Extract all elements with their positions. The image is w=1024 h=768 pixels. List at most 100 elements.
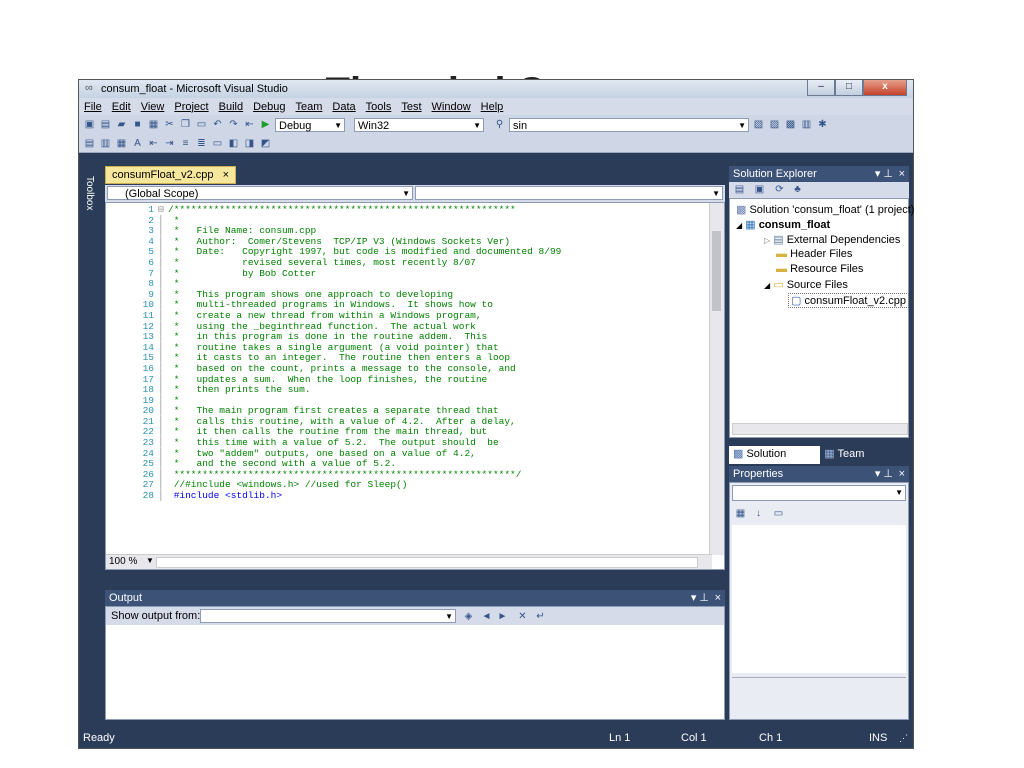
redo-icon[interactable]: ↷ bbox=[227, 118, 240, 131]
outdent-icon[interactable]: ⇤ bbox=[147, 137, 160, 150]
sort-alpha-icon[interactable]: ↓ bbox=[752, 507, 765, 520]
word-wrap-icon[interactable]: ↵ bbox=[534, 610, 547, 623]
solution-node[interactable]: ▩ Solution 'consum_float' (1 project) bbox=[736, 203, 914, 216]
menu-edit[interactable]: Edit bbox=[107, 101, 136, 113]
next-message-icon[interactable]: ► bbox=[496, 610, 509, 623]
tree-resource-files[interactable]: ▬ Resource Files bbox=[776, 263, 863, 275]
close-button[interactable]: x bbox=[863, 80, 907, 96]
clear-bookmarks-icon[interactable]: ◩ bbox=[259, 137, 272, 150]
close-tab-icon[interactable]: × bbox=[223, 169, 229, 181]
code-line[interactable]: 11 │ * create a new thread from within a … bbox=[106, 310, 711, 322]
copy-icon[interactable]: ❐ bbox=[179, 118, 192, 131]
menu-team[interactable]: Team bbox=[291, 101, 328, 113]
add-item-icon[interactable]: ▤ bbox=[99, 118, 112, 131]
tree-header-files[interactable]: ▬ Header Files bbox=[776, 248, 852, 260]
comment-icon[interactable]: ≡ bbox=[179, 137, 192, 150]
scope-dropdown[interactable]: (Global Scope) ▼ bbox=[107, 186, 413, 200]
menu-file[interactable]: File bbox=[79, 101, 107, 113]
scroll-thumb[interactable] bbox=[712, 231, 721, 311]
code-editor[interactable]: 1 ⊟/*************************************… bbox=[105, 202, 725, 570]
output-source-dropdown[interactable]: ▼ bbox=[200, 609, 456, 623]
menu-project[interactable]: Project bbox=[169, 101, 213, 113]
member-dropdown[interactable]: ▼ bbox=[415, 186, 723, 200]
zoom-level[interactable]: 100 % bbox=[109, 556, 137, 567]
tree-file-consumfloat[interactable]: ▢ consumFloat_v2.cpp bbox=[788, 293, 909, 308]
new-project-icon[interactable]: ▣ bbox=[83, 118, 96, 131]
code-area[interactable]: 1 ⊟/*************************************… bbox=[106, 204, 711, 502]
code-line[interactable]: 7 │ * by Bob Cotter bbox=[106, 268, 711, 280]
resize-grip-icon[interactable]: ⋰ bbox=[899, 728, 908, 748]
code-line[interactable]: 28 │ #include <stdlib.h> bbox=[106, 490, 711, 502]
properties-icon[interactable]: ▤ bbox=[733, 183, 746, 196]
object-dropdown[interactable]: ▼ bbox=[732, 485, 906, 501]
show-all-files-icon[interactable]: ▣ bbox=[753, 183, 766, 196]
prev-bookmark-icon[interactable]: ◧ bbox=[227, 137, 240, 150]
code-line[interactable]: 1 ⊟/*************************************… bbox=[106, 204, 711, 216]
uncomment-icon[interactable]: ≣ bbox=[195, 137, 208, 150]
close-icon[interactable]: × bbox=[715, 590, 721, 606]
menu-debug[interactable]: Debug bbox=[248, 101, 290, 113]
expand-icon[interactable]: ◢ bbox=[736, 221, 742, 230]
menu-build[interactable]: Build bbox=[214, 101, 248, 113]
menu-window[interactable]: Window bbox=[427, 101, 476, 113]
bookmark-icon[interactable]: ▭ bbox=[211, 137, 224, 150]
object-browser-icon[interactable]: ▩ bbox=[784, 118, 797, 131]
horizontal-scrollbar[interactable] bbox=[732, 423, 908, 435]
undo-icon[interactable]: ↶ bbox=[211, 118, 224, 131]
save-icon[interactable]: ■ bbox=[131, 118, 144, 131]
minimize-button[interactable]: – bbox=[807, 80, 835, 96]
navigate-icon[interactable]: ⇤ bbox=[243, 118, 256, 131]
tab-team-explorer[interactable]: ▦ Team Explorer bbox=[820, 446, 909, 477]
tree-external-dependencies[interactable]: ▷ ▤ External Dependencies bbox=[764, 233, 900, 246]
collapse-icon[interactable]: ▷ bbox=[764, 236, 770, 245]
menu-data[interactable]: Data bbox=[327, 101, 360, 113]
platform-dropdown[interactable]: Win32 ▼ bbox=[354, 117, 484, 132]
next-bookmark-icon[interactable]: ◨ bbox=[243, 137, 256, 150]
refresh-icon[interactable]: ⟳ bbox=[773, 183, 786, 196]
close-icon[interactable]: × bbox=[899, 166, 905, 182]
menu-tools[interactable]: Tools bbox=[361, 101, 397, 113]
code-line[interactable]: 18 │ * then prints the sum. bbox=[106, 384, 711, 396]
pin-icon[interactable]: ▾ ⊥ bbox=[691, 590, 709, 606]
tab-solution-explorer[interactable]: ▩ Solution Expl... bbox=[729, 446, 821, 477]
config-dropdown[interactable]: Debug ▼ bbox=[275, 117, 345, 132]
collapse-outline-icon[interactable]: ⊟ bbox=[158, 204, 168, 216]
find-message-icon[interactable]: ◈ bbox=[462, 610, 475, 623]
chevron-down-icon[interactable]: ▼ bbox=[146, 556, 154, 565]
start-debug-icon[interactable]: ▶ bbox=[259, 118, 272, 131]
horizontal-scrollbar[interactable] bbox=[156, 557, 698, 568]
parameter-info-icon[interactable]: ▥ bbox=[99, 137, 112, 150]
open-file-icon[interactable]: ▰ bbox=[115, 118, 128, 131]
quick-info-icon[interactable]: ▦ bbox=[115, 137, 128, 150]
menu-test[interactable]: Test bbox=[396, 101, 426, 113]
pin-icon[interactable]: ▾ ⊥ bbox=[875, 466, 893, 482]
tree-source-files[interactable]: ◢ ▭ Source Files bbox=[764, 278, 848, 291]
toolbox-icon[interactable]: ▥ bbox=[800, 118, 813, 131]
cut-icon[interactable]: ✂ bbox=[163, 118, 176, 131]
close-icon[interactable]: × bbox=[899, 466, 905, 482]
clear-all-icon[interactable]: ✕ bbox=[516, 610, 529, 623]
pin-icon[interactable]: ▾ ⊥ bbox=[875, 166, 893, 182]
code-line[interactable]: 16 │ * based on the count, prints a messa… bbox=[106, 363, 711, 375]
property-pages-icon[interactable]: ▭ bbox=[772, 507, 785, 520]
maximize-button[interactable]: □ bbox=[835, 80, 863, 96]
categorized-icon[interactable]: ▦ bbox=[734, 507, 747, 520]
extensions-icon[interactable]: ✱ bbox=[816, 118, 829, 131]
project-node[interactable]: ◢ ▦ consum_float bbox=[736, 218, 830, 231]
vertical-scrollbar[interactable] bbox=[709, 203, 724, 555]
tab-consumfloat-v2[interactable]: consumFloat_v2.cpp × bbox=[105, 166, 236, 184]
complete-word-icon[interactable]: A bbox=[131, 137, 144, 150]
find-combo[interactable]: sin ▼ bbox=[509, 117, 749, 132]
solution-explorer-icon[interactable]: ▧ bbox=[752, 118, 765, 131]
paste-icon[interactable]: ▭ bbox=[195, 118, 208, 131]
prev-message-icon[interactable]: ◄ bbox=[480, 610, 493, 623]
find-icon[interactable]: ⚲ bbox=[493, 118, 506, 131]
property-grid[interactable] bbox=[732, 525, 906, 673]
menu-help[interactable]: Help bbox=[476, 101, 509, 113]
member-list-icon[interactable]: ▤ bbox=[83, 137, 96, 150]
code-line[interactable]: 6 │ * revised several times, most recentl… bbox=[106, 257, 711, 269]
toolbox-strip[interactable]: Toolbox bbox=[79, 168, 101, 728]
save-all-icon[interactable]: ▦ bbox=[147, 118, 160, 131]
indent-icon[interactable]: ⇥ bbox=[163, 137, 176, 150]
properties-icon[interactable]: ▨ bbox=[768, 118, 781, 131]
